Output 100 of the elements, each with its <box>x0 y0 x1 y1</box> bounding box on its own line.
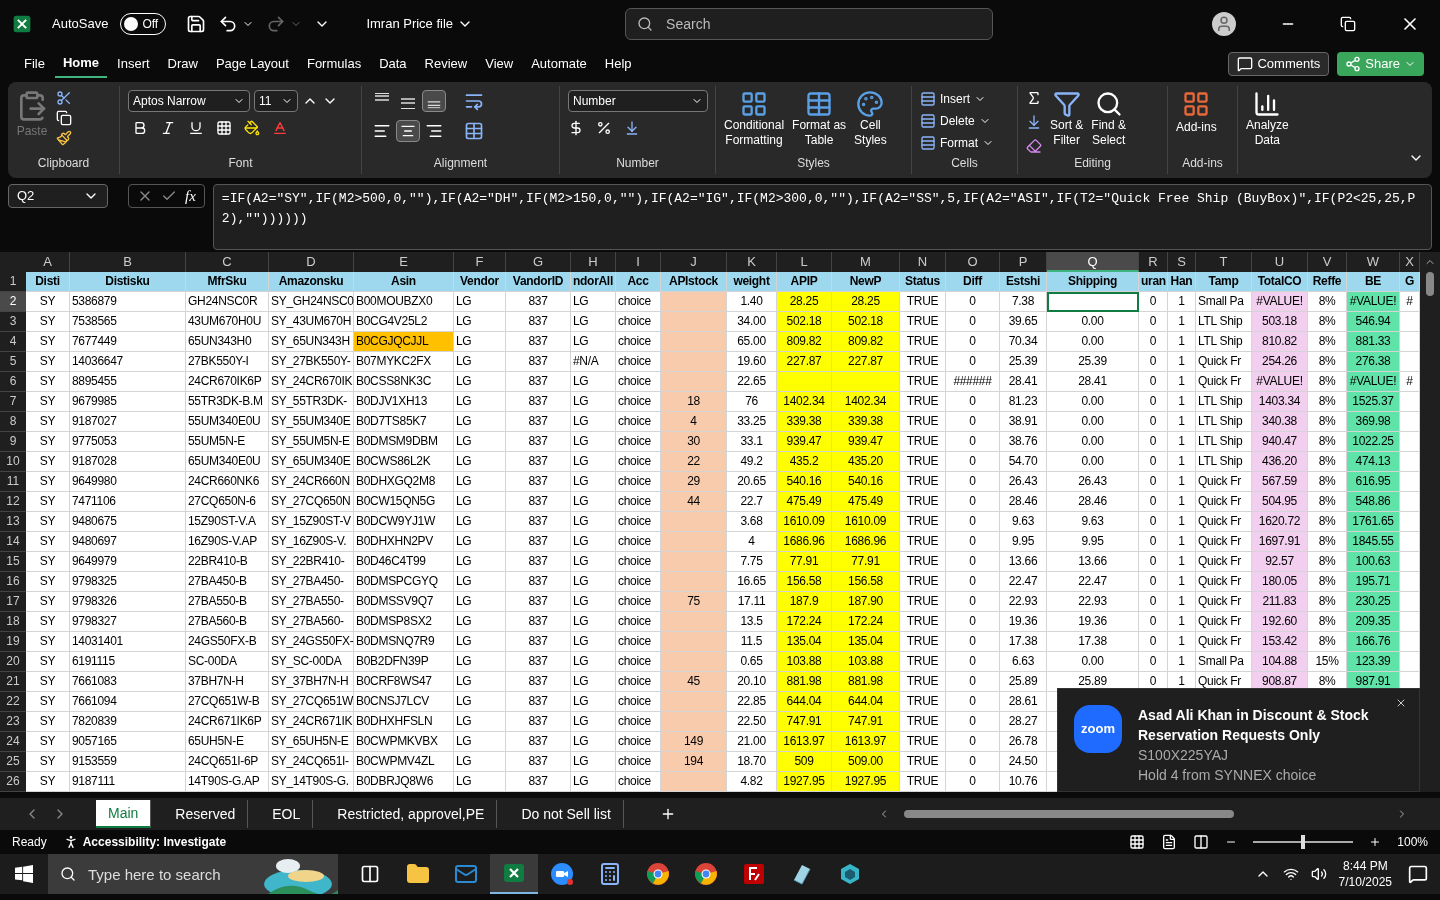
add-ins-button[interactable]: Add-ins <box>1176 90 1217 136</box>
number-format-select[interactable]: Number <box>568 90 708 112</box>
row-header[interactable]: 2 <box>0 292 26 312</box>
sheet-tab[interactable]: Restricted, approvel,PE <box>325 800 498 828</box>
row-header[interactable]: 10 <box>0 452 26 472</box>
wrap-text-icon[interactable] <box>464 91 484 111</box>
close-icon[interactable] <box>1395 697 1407 709</box>
ribbon-tab[interactable]: Formulas <box>298 50 370 78</box>
sheet-tab[interactable]: Main <box>96 800 152 828</box>
normal-view-icon[interactable] <box>1129 834 1146 850</box>
zoom-percent[interactable]: 100% <box>1397 833 1428 851</box>
row-header[interactable]: 21 <box>0 672 26 692</box>
video-chat-icon[interactable] <box>550 862 574 886</box>
page-break-view-icon[interactable] <box>1193 834 1210 850</box>
style-button[interactable]: Cell Styles <box>854 90 887 148</box>
restore-icon[interactable] <box>1340 16 1356 32</box>
currency-icon[interactable] <box>568 120 584 136</box>
autosum-icon[interactable] <box>1026 90 1042 106</box>
clock-date[interactable]: 7/10/2025 <box>1338 874 1392 890</box>
row-header[interactable]: 20 <box>0 652 26 672</box>
browser-icon[interactable] <box>694 862 718 886</box>
cells-button[interactable]: Format <box>920 134 994 152</box>
row-header[interactable]: 8 <box>0 412 26 432</box>
row-header[interactable]: 22 <box>0 692 26 712</box>
editing-button[interactable]: Sort & Filter <box>1050 90 1084 154</box>
row-header[interactable]: 17 <box>0 592 26 612</box>
row-header[interactable]: 4 <box>0 332 26 352</box>
ribbon-tab[interactable]: Review <box>416 50 476 78</box>
editing-button[interactable]: Find & Select <box>1091 90 1127 154</box>
cells-button[interactable]: Insert <box>920 90 994 108</box>
ribbon-tab[interactable]: Page Layout <box>207 50 297 78</box>
folder-icon[interactable] <box>406 862 430 886</box>
ribbon-tab[interactable]: Automate <box>523 50 595 78</box>
account-avatar-icon[interactable] <box>1212 12 1236 36</box>
cut-icon[interactable] <box>56 90 72 106</box>
decimal-icon[interactable] <box>624 120 640 136</box>
row-header[interactable]: 24 <box>0 732 26 752</box>
merge-icon[interactable] <box>464 121 484 141</box>
row-header[interactable]: 18 <box>0 612 26 632</box>
italic-icon[interactable] <box>160 120 176 136</box>
volume-icon[interactable] <box>1310 866 1327 882</box>
row-header[interactable]: 11 <box>0 472 26 492</box>
row-header[interactable]: 26 <box>0 772 26 792</box>
notifications-icon[interactable] <box>1408 864 1428 884</box>
row-header[interactable]: 16 <box>0 572 26 592</box>
style-button[interactable]: Conditional Formatting <box>724 90 785 148</box>
name-box[interactable]: Q2 <box>8 184 108 208</box>
row-header[interactable]: 7 <box>0 392 26 412</box>
taskbar-search-field[interactable]: Type here to search <box>48 854 258 894</box>
insert-function-icon[interactable]: fx <box>185 184 196 208</box>
style-button[interactable]: Format as Table <box>792 90 847 148</box>
clock-time[interactable]: 8:44 PM <box>1342 858 1388 874</box>
file-name-button[interactable]: Imran Price file <box>366 14 474 34</box>
percent-icon[interactable] <box>596 120 612 136</box>
sheet-tab[interactable]: EOL <box>260 800 314 828</box>
redo-icon[interactable] <box>266 14 287 34</box>
bold-icon[interactable] <box>132 120 148 136</box>
format-painter-icon[interactable] <box>56 130 72 146</box>
comments-button[interactable]: Comments <box>1228 52 1330 76</box>
calculator-icon[interactable] <box>598 862 622 886</box>
ribbon-tab[interactable]: File <box>16 50 53 78</box>
borders-icon[interactable] <box>216 120 232 136</box>
row-header[interactable]: 6 <box>0 372 26 392</box>
task-view-icon[interactable] <box>360 864 380 884</box>
ribbon-tab[interactable]: View <box>477 50 522 78</box>
row-header[interactable]: 14 <box>0 532 26 552</box>
font-size-select[interactable]: 11 <box>254 90 298 112</box>
row-header[interactable]: 1 <box>0 272 26 292</box>
clear-icon[interactable] <box>1026 138 1042 154</box>
ribbon-tab[interactable]: Draw <box>159 50 206 78</box>
cells-button[interactable]: Delete <box>920 112 994 130</box>
row-header[interactable]: 12 <box>0 492 26 512</box>
fill-color-icon[interactable] <box>244 120 260 136</box>
row-header[interactable]: 19 <box>0 632 26 652</box>
save-icon[interactable] <box>186 14 207 34</box>
search-field[interactable]: Search <box>625 8 994 40</box>
page-layout-view-icon[interactable] <box>1161 834 1178 850</box>
ribbon-tab[interactable]: Data <box>371 50 415 78</box>
browser-icon[interactable] <box>646 862 670 886</box>
row-header[interactable]: 9 <box>0 432 26 452</box>
row-header[interactable]: 3 <box>0 312 26 332</box>
ribbon-tab[interactable]: Home <box>54 50 108 78</box>
taskbar-app[interactable] <box>490 854 538 894</box>
column-header[interactable]: Q <box>1047 252 1139 272</box>
row-header[interactable]: 15 <box>0 552 26 572</box>
copy-icon[interactable] <box>56 110 72 126</box>
sheet-tab[interactable]: Reserved <box>163 800 249 828</box>
network-icon[interactable] <box>1282 866 1299 882</box>
center-align-icon[interactable] <box>396 120 420 142</box>
ftp-icon[interactable] <box>742 862 766 886</box>
row-header[interactable]: 23 <box>0 712 26 732</box>
ribbon-tab[interactable]: Insert <box>109 50 158 78</box>
row-header[interactable]: 5 <box>0 352 26 372</box>
start-icon[interactable] <box>15 865 33 883</box>
fill-icon[interactable] <box>1026 114 1042 130</box>
row-header[interactable]: 13 <box>0 512 26 532</box>
mail-icon[interactable] <box>454 862 478 886</box>
vertical-scrollbar-thumb[interactable] <box>1426 272 1434 296</box>
font-family-select[interactable]: Aptos Narrow <box>128 90 250 112</box>
scrollbar-thumb[interactable] <box>904 810 1234 818</box>
